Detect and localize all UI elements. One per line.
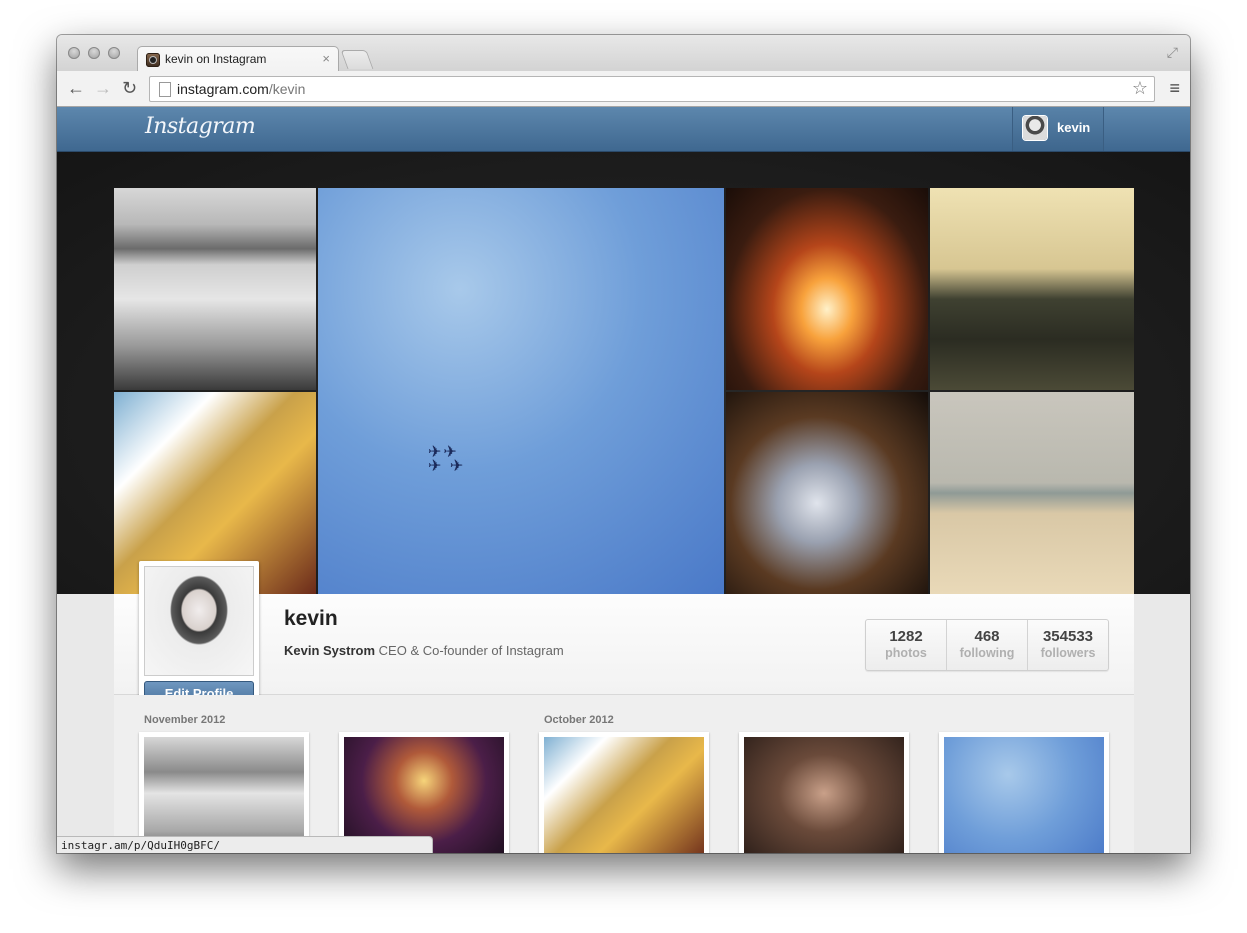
profile-card: Edit Profile xyxy=(139,561,259,713)
favicon-icon xyxy=(146,53,160,67)
close-window-icon[interactable] xyxy=(68,47,80,59)
feed-photo[interactable] xyxy=(939,732,1109,853)
cover-photo-jets[interactable]: ✈✈ ✈ ✈ xyxy=(318,188,724,594)
page-viewport: Instagram kevin ✈✈ ✈ ✈ Edit Profile kevin… xyxy=(57,107,1190,853)
tab-close-icon[interactable]: × xyxy=(322,51,330,67)
stat-photos[interactable]: 1282 photos xyxy=(866,620,947,670)
new-tab-button[interactable] xyxy=(340,50,374,69)
page-icon xyxy=(159,82,171,97)
stat-following[interactable]: 468 following xyxy=(947,620,1028,670)
stat-photos-count: 1282 xyxy=(889,628,923,645)
stat-photos-label: photos xyxy=(885,646,927,660)
forward-icon[interactable]: → xyxy=(94,77,112,99)
zoom-window-icon[interactable] xyxy=(108,47,120,59)
stat-following-label: following xyxy=(959,646,1015,660)
browser-toolbar: ← → ↻ instagram.com/kevin ☆ ≡ xyxy=(57,71,1190,107)
back-icon[interactable]: ← xyxy=(67,77,85,99)
feed-photo[interactable] xyxy=(539,732,709,853)
feed-photo-image xyxy=(544,737,704,853)
feed-photo-image xyxy=(944,737,1104,853)
cover-photo-beach[interactable] xyxy=(930,392,1134,594)
cover-photo-glass[interactable] xyxy=(726,392,928,594)
profile-bio-text: CEO & Co-founder of Instagram xyxy=(378,643,564,658)
jets-glyph: ✈✈ ✈ ✈ xyxy=(428,444,466,475)
cover-photo-mountains[interactable] xyxy=(114,188,316,390)
cover-photo-grid: ✈✈ ✈ ✈ xyxy=(57,152,1190,594)
browser-window: kevin on Instagram × ⤢ ← → ↻ instagram.c… xyxy=(57,35,1190,853)
cover-photo-fire[interactable] xyxy=(726,188,928,390)
cover-photo-castle[interactable] xyxy=(930,188,1134,390)
feed-photo[interactable] xyxy=(739,732,909,853)
profile-stats: 1282 photos 468 following 354533 followe… xyxy=(865,619,1109,671)
month-label: November 2012 xyxy=(144,714,226,726)
profile-full-name: Kevin Systrom xyxy=(284,643,376,658)
feed-photo-image xyxy=(744,737,904,853)
profile-username: kevin xyxy=(284,607,338,630)
star-icon[interactable]: ☆ xyxy=(1132,78,1148,99)
reload-icon[interactable]: ↻ xyxy=(122,77,137,99)
status-bar-url: instagr.am/p/QduIH0gBFC/ xyxy=(57,836,433,853)
tab-title: kevin on Instagram xyxy=(165,52,267,66)
fullscreen-icon[interactable]: ⤢ xyxy=(1167,44,1178,61)
feed-photo[interactable] xyxy=(139,732,309,853)
month-label: October 2012 xyxy=(544,714,614,726)
instagram-header: Instagram kevin xyxy=(57,107,1190,152)
profile-picture xyxy=(144,566,254,676)
menu-icon[interactable]: ≡ xyxy=(1169,78,1180,99)
user-menu-button[interactable]: kevin xyxy=(1012,107,1104,151)
profile-bio: Kevin Systrom CEO & Co-founder of Instag… xyxy=(284,643,564,658)
photo-feed: November 2012 October 2012 xyxy=(114,695,1134,853)
tab-strip: kevin on Instagram × ⤢ xyxy=(57,35,1190,73)
instagram-logo[interactable]: Instagram xyxy=(145,114,256,139)
stat-followers-label: followers xyxy=(1040,646,1096,660)
feed-photo[interactable] xyxy=(339,732,509,853)
avatar xyxy=(1023,116,1047,140)
header-username: kevin xyxy=(1057,120,1091,135)
address-bar[interactable]: instagram.com/kevin ☆ xyxy=(149,76,1155,102)
url-text: instagram.com/kevin xyxy=(177,81,306,97)
stat-followers-count: 354533 xyxy=(1042,628,1094,645)
browser-tab[interactable]: kevin on Instagram × xyxy=(137,46,339,73)
stat-following-count: 468 xyxy=(974,628,1000,645)
stat-followers[interactable]: 354533 followers xyxy=(1028,620,1108,670)
minimize-window-icon[interactable] xyxy=(88,47,100,59)
